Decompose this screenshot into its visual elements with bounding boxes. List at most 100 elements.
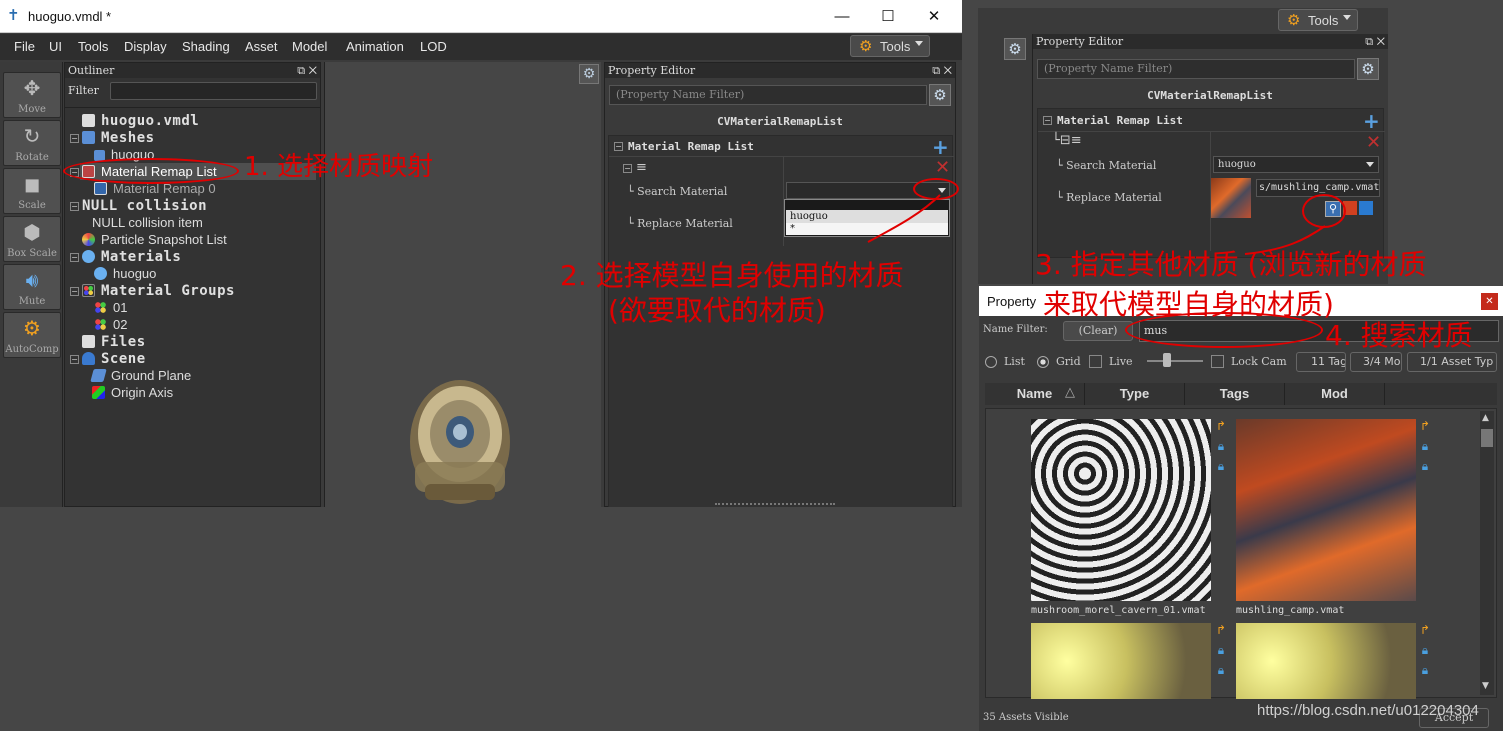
tree-item-model[interactable]: huoguo.vmdl bbox=[82, 113, 199, 129]
tree-item-group-02[interactable]: 02 bbox=[94, 317, 127, 332]
tree-item-material-huoguo[interactable]: huoguo bbox=[94, 266, 156, 281]
tree-item-group-01[interactable]: 01 bbox=[94, 300, 127, 315]
maximize-button[interactable]: ☐ bbox=[865, 4, 911, 30]
settings-gear-icon[interactable]: ⚙ bbox=[929, 84, 951, 106]
menu-display[interactable]: Display bbox=[124, 39, 167, 54]
tools-dropdown[interactable]: ⚙ Tools bbox=[850, 35, 930, 57]
asset-thumbnail-mushling-camp[interactable] bbox=[1236, 419, 1416, 601]
goto-icon[interactable]: ↱ bbox=[1214, 419, 1228, 439]
close-button[interactable]: ✕ bbox=[1481, 293, 1498, 310]
collapse-icon[interactable]: − bbox=[70, 287, 79, 296]
thumbnail-size-slider[interactable] bbox=[1147, 360, 1203, 362]
section-title: Material Remap List bbox=[1057, 114, 1183, 127]
lock-icon[interactable]: 🔒︎ bbox=[1214, 643, 1228, 663]
remove-item-x-icon[interactable]: ✕ bbox=[935, 157, 950, 178]
tree-item-origin-axis[interactable]: Origin Axis bbox=[92, 385, 173, 400]
tree-item-files[interactable]: Files bbox=[82, 334, 146, 350]
lock-icon[interactable]: 🔒︎ bbox=[1418, 663, 1432, 683]
goto-icon[interactable]: ↱ bbox=[1418, 623, 1432, 643]
asset-thumbnail-mushroom-morel[interactable] bbox=[1031, 419, 1211, 601]
menu-lod[interactable]: LOD bbox=[420, 39, 447, 54]
menu-animation[interactable]: Animation bbox=[346, 39, 404, 54]
minimize-button[interactable]: — bbox=[819, 4, 865, 30]
property-name-filter-input[interactable]: (Property Name Filter) bbox=[1037, 59, 1355, 79]
property-name-filter-input[interactable]: (Property Name Filter) bbox=[609, 85, 927, 105]
collapse-icon[interactable]: − bbox=[70, 202, 79, 211]
autocomp-button[interactable]: ⚙ AutoComp bbox=[3, 312, 61, 358]
rotate-tool-button[interactable]: ↻ Rotate bbox=[3, 120, 61, 166]
asset-type-filter-button[interactable]: 1/1 Asset Typ bbox=[1407, 352, 1497, 372]
viewport-settings-gear-icon[interactable]: ⚙ bbox=[1004, 38, 1026, 60]
panel-float-close-icons[interactable]: ⧉ ✕ bbox=[932, 63, 952, 78]
panel-float-close-icons[interactable]: ⧉ ✕ bbox=[297, 63, 317, 78]
goto-icon[interactable]: ↱ bbox=[1418, 419, 1432, 439]
scale-tool-button[interactable]: ◼ Scale bbox=[3, 168, 61, 214]
mute-button[interactable]: 🔊︎ Mute bbox=[3, 264, 61, 310]
move-tool-button[interactable]: ✥ Move bbox=[3, 72, 61, 118]
asset-thumbnail[interactable] bbox=[1236, 623, 1416, 699]
tree-item-particle-snapshot-list[interactable]: Particle Snapshot List bbox=[82, 232, 227, 247]
annotation-step-2-line2: (欲要取代的材质) bbox=[608, 294, 826, 327]
tree-item-scene[interactable]: Scene bbox=[82, 351, 146, 367]
collapse-icon[interactable]: − bbox=[1043, 116, 1052, 125]
goto-asset-icon[interactable] bbox=[1359, 201, 1373, 215]
close-button[interactable]: ✕ bbox=[911, 4, 957, 30]
list-radio[interactable] bbox=[985, 356, 997, 368]
asset-thumbnail[interactable] bbox=[1031, 623, 1211, 699]
tree-item-null-collision-item[interactable]: NULL collision item bbox=[92, 215, 203, 230]
splitter-grip[interactable] bbox=[715, 503, 835, 506]
tree-item-null-collision[interactable]: NULL collision bbox=[82, 198, 207, 214]
tree-item-meshes[interactable]: Meshes bbox=[82, 130, 155, 146]
slider-handle[interactable] bbox=[1163, 353, 1171, 367]
search-material-dropdown[interactable]: huoguo bbox=[1213, 156, 1379, 173]
collapse-icon[interactable]: − bbox=[70, 355, 79, 364]
scroll-down-arrow[interactable]: ▼ bbox=[1482, 681, 1489, 691]
menu-asset[interactable]: Asset bbox=[245, 39, 278, 54]
menu-model[interactable]: Model bbox=[292, 39, 327, 54]
speaker-icon: 🔊︎ bbox=[25, 268, 39, 292]
menu-file[interactable]: File bbox=[14, 39, 35, 54]
panel-float-close-icons[interactable]: ⧉ ✕ bbox=[1365, 34, 1385, 49]
tree-item-materials[interactable]: Materials bbox=[82, 249, 181, 265]
viewport-settings-gear-icon[interactable]: ⚙ bbox=[579, 64, 599, 84]
grid-radio[interactable] bbox=[1037, 356, 1049, 368]
collapse-icon[interactable]: − bbox=[614, 142, 623, 151]
lock-icon[interactable]: 🔒︎ bbox=[1418, 643, 1432, 663]
menu-shading[interactable]: Shading bbox=[182, 39, 230, 54]
lock-icon[interactable]: 🔒︎ bbox=[1418, 459, 1432, 479]
vertical-scrollbar[interactable]: ▲ ▼ bbox=[1480, 411, 1494, 695]
menu-ui[interactable]: UI bbox=[49, 39, 62, 54]
tools-label: Tools bbox=[1308, 13, 1339, 28]
scale-icon: ◼ bbox=[23, 172, 41, 196]
watermark: https://blog.csdn.net/u012204304 bbox=[1257, 702, 1479, 719]
outliner-filter-input[interactable] bbox=[110, 82, 317, 100]
lock-cam-checkbox[interactable] bbox=[1211, 355, 1224, 368]
collapse-icon[interactable]: − bbox=[70, 134, 79, 143]
scrollbar-thumb[interactable] bbox=[1481, 429, 1493, 447]
mods-filter-button[interactable]: 3/4 Mo bbox=[1350, 352, 1402, 372]
box-scale-tool-button[interactable]: ⬢ Box Scale bbox=[3, 216, 61, 262]
lock-icon[interactable]: 🔒︎ bbox=[1214, 663, 1228, 683]
divider bbox=[609, 156, 954, 157]
goto-icon[interactable]: ↱ bbox=[1214, 623, 1228, 643]
tree-item-ground-plane[interactable]: Ground Plane bbox=[90, 368, 191, 383]
collapse-icon[interactable]: − bbox=[70, 253, 79, 262]
live-checkbox[interactable] bbox=[1089, 355, 1102, 368]
lock-icon[interactable]: 🔒︎ bbox=[1214, 459, 1228, 479]
menu-tools[interactable]: Tools bbox=[78, 39, 108, 54]
remove-item-x-icon[interactable]: ✕ bbox=[1366, 132, 1381, 153]
column-mod[interactable]: Mod bbox=[1285, 383, 1385, 405]
collapse-icon[interactable]: − bbox=[623, 164, 632, 173]
lock-icon[interactable]: 🔒︎ bbox=[1214, 439, 1228, 459]
column-tags[interactable]: Tags bbox=[1185, 383, 1285, 405]
group-icon bbox=[94, 318, 107, 331]
column-type[interactable]: Type bbox=[1085, 383, 1185, 405]
add-item-plus-icon[interactable]: + bbox=[1363, 109, 1380, 133]
tools-dropdown[interactable]: ⚙ Tools bbox=[1278, 9, 1358, 31]
lock-icon[interactable]: 🔒︎ bbox=[1418, 439, 1432, 459]
scroll-up-arrow[interactable]: ▲ bbox=[1482, 413, 1489, 423]
tags-filter-button[interactable]: 11 Tag bbox=[1296, 352, 1346, 372]
settings-gear-icon[interactable]: ⚙ bbox=[1357, 58, 1379, 80]
tree-item-material-groups[interactable]: Material Groups bbox=[82, 283, 235, 299]
clear-button[interactable]: (Clear) bbox=[1063, 321, 1133, 341]
